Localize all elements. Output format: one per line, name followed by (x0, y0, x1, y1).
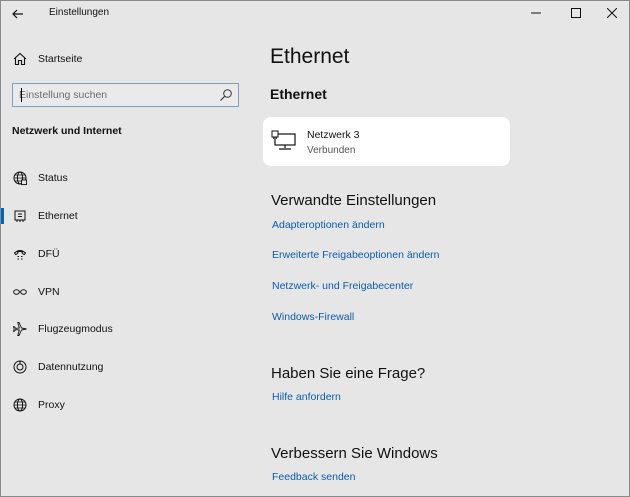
question-title: Haben Sie eine Frage? (271, 365, 426, 382)
sidebar: Startseite Netzwerk und Internet Status (1, 27, 252, 496)
minimize-button[interactable] (519, 1, 553, 25)
search-input[interactable] (19, 87, 213, 103)
section-heading: Netzwerk und Internet (12, 125, 122, 137)
sidebar-item-label: DFÜ (38, 248, 60, 260)
arrow-left-icon (12, 9, 23, 19)
maximize-button[interactable] (559, 1, 593, 25)
window-title: Einstellungen (49, 7, 110, 18)
sidebar-item-label: Datennutzung (38, 361, 104, 373)
link-get-help[interactable]: Hilfe anfordern (272, 391, 341, 403)
page-title: Ethernet (270, 45, 350, 68)
sidebar-item-flugzeugmodus[interactable]: Flugzeugmodus (1, 315, 252, 343)
sidebar-item-label: Status (38, 172, 68, 184)
link-windows-firewall[interactable]: Windows-Firewall (272, 311, 354, 323)
data-usage-icon (13, 360, 27, 374)
link-adapter-options[interactable]: Adapteroptionen ändern (272, 219, 385, 231)
link-feedback[interactable]: Feedback senden (272, 471, 355, 483)
link-network-sharing-center[interactable]: Netzwerk- und Freigabecenter (272, 280, 413, 292)
home-icon (13, 52, 27, 66)
maximize-icon (571, 8, 581, 18)
improve-title: Verbessern Sie Windows (271, 445, 438, 462)
main-content: Ethernet Ethernet Netzwerk 3 Verbunden V… (252, 27, 629, 496)
sidebar-item-datennutzung[interactable]: Datennutzung (1, 353, 252, 381)
title-bar: Einstellungen (1, 1, 629, 27)
network-status: Verbunden (307, 145, 356, 156)
text-caret (21, 88, 22, 102)
network-card[interactable]: Netzwerk 3 Verbunden (263, 117, 510, 166)
sidebar-item-dfue[interactable]: DFÜ (1, 240, 252, 268)
search-box[interactable] (12, 83, 239, 107)
section-title: Ethernet (270, 86, 327, 102)
link-advanced-sharing[interactable]: Erweiterte Freigabeoptionen ändern (272, 249, 440, 261)
airplane-icon (12, 322, 27, 336)
network-name: Netzwerk 3 (307, 129, 360, 141)
sidebar-item-ethernet[interactable]: Ethernet (1, 202, 252, 230)
globe-status-icon (13, 171, 27, 185)
back-button[interactable] (7, 4, 29, 24)
related-settings-title: Verwandte Einstellungen (271, 192, 437, 209)
sidebar-item-label: Flugzeugmodus (38, 323, 113, 335)
dialup-icon (13, 250, 27, 260)
sidebar-item-label: Startseite (38, 53, 83, 65)
globe-icon (13, 398, 27, 412)
network-computer-icon (271, 130, 296, 150)
sidebar-item-label: Proxy (38, 399, 65, 411)
sidebar-item-label: Ethernet (38, 210, 78, 222)
sidebar-item-home[interactable]: Startseite (1, 47, 252, 71)
search-icon[interactable] (219, 88, 233, 102)
vpn-icon (13, 289, 27, 295)
sidebar-item-proxy[interactable]: Proxy (1, 391, 252, 419)
settings-window: Einstellungen Startseite Netzwerk und (0, 0, 630, 497)
sidebar-item-status[interactable]: Status (1, 164, 252, 192)
sidebar-item-label: VPN (38, 286, 60, 298)
close-button[interactable] (595, 1, 629, 25)
close-icon (607, 8, 617, 18)
selection-indicator (1, 208, 4, 224)
sidebar-item-vpn[interactable]: VPN (1, 278, 252, 306)
ethernet-icon (14, 210, 26, 222)
minimize-icon (531, 12, 541, 14)
